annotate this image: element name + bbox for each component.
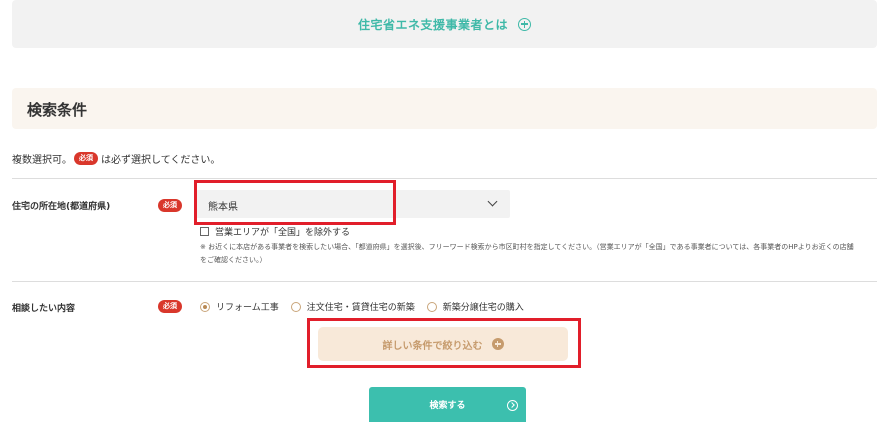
note-suffix: は必ず選択してください。: [101, 155, 221, 166]
search-button-label: 検索する: [429, 401, 466, 411]
exclude-nationwide-option[interactable]: 営業エリアが「全国」を除外する: [200, 225, 350, 238]
arrow-right-circle-icon: [507, 400, 518, 411]
consult-option-label: リフォーム工事: [216, 303, 279, 313]
required-badge: 必須: [74, 152, 98, 165]
consult-option-label: 新築分譲住宅の購入: [442, 303, 524, 313]
consult-label: 相談したい内容: [12, 304, 76, 314]
section-title: 検索条件: [27, 101, 88, 119]
accordion-label: 住宅省エネ支援事業者とは: [357, 17, 508, 32]
prefecture-help-text: ※ お近くに本店がある事業者を検索したい場合、「都道府県」を選択後、フリーワード…: [200, 243, 854, 264]
exclude-nationwide-label: 営業エリアが「全国」を除外する: [215, 228, 351, 238]
consult-option-custom-home[interactable]: 注文住宅・賃貸住宅の新築: [290, 300, 415, 313]
required-note: 複数選択可。 必須 は必ず選択してください。: [12, 151, 220, 166]
about-support-accordion[interactable]: 住宅省エネ支援事業者とは: [12, 0, 877, 48]
prefecture-label: 住宅の所在地(都道府県): [12, 202, 111, 212]
consult-option-new-house[interactable]: 新築分譲住宅の購入: [426, 300, 524, 313]
note-prefix: 複数選択可。: [12, 155, 72, 166]
divider: [12, 178, 877, 179]
highlight-box-filter: [307, 318, 581, 368]
consult-required-badge: 必須: [158, 300, 182, 313]
consult-option-label: 注文住宅・賃貸住宅の新築: [306, 303, 415, 313]
chevron-down-icon: [487, 196, 498, 207]
radio-button[interactable]: [426, 301, 437, 312]
exclude-nationwide-checkbox[interactable]: [200, 227, 209, 236]
radio-button[interactable]: [290, 301, 301, 312]
plus-circle-icon: [518, 17, 531, 31]
consult-radio-group: リフォーム工事 注文住宅・賃貸住宅の新築 新築分譲住宅の購入: [200, 300, 536, 313]
divider: [12, 281, 877, 282]
highlight-box-prefecture: [194, 180, 396, 225]
prefecture-required-badge: 必須: [158, 199, 182, 212]
consult-option-reform[interactable]: リフォーム工事: [200, 300, 279, 313]
search-conditions-header: 検索条件: [12, 88, 877, 129]
search-button[interactable]: 検索する: [369, 387, 526, 422]
radio-button[interactable]: [200, 301, 210, 312]
